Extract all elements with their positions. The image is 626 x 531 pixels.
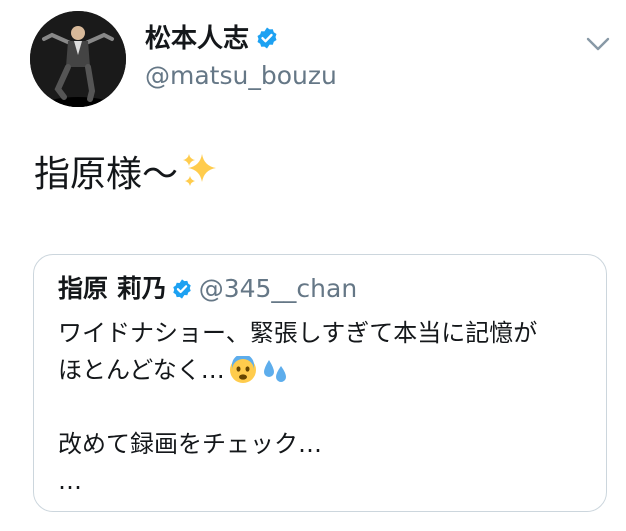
verified-badge-icon: [171, 278, 193, 311]
quote-line-5: …: [58, 467, 82, 495]
quoted-tweet-card[interactable]: 指原 莉乃 @345__chan ワイドナショー、緊張しすぎて本当に記憶が ほと…: [33, 254, 607, 512]
quote-line-4: 改めて録画をチェック…: [58, 430, 322, 458]
quote-line-2: ほとんどなく…: [58, 352, 537, 389]
quote-body: ワイドナショー、緊張しすぎて本当に記憶が ほとんどなく… 改めて録画をチェック……: [58, 315, 537, 500]
verified-badge-icon: [255, 25, 279, 59]
quote-line-1: ワイドナショー、緊張しすぎて本当に記憶が: [58, 319, 538, 347]
display-name[interactable]: 松本人志: [145, 22, 279, 59]
quote-header: 指原 莉乃 @345__chan: [58, 273, 357, 311]
fearful-face-icon: [229, 354, 257, 395]
chevron-down-icon[interactable]: [585, 34, 611, 54]
quote-line-3: [58, 389, 537, 426]
tweet-text-content: 指原様〜: [34, 154, 179, 195]
display-name-text[interactable]: 松本人志: [145, 24, 249, 54]
quote-display-name: 指原 莉乃: [58, 274, 167, 303]
quote-handle: @345__chan: [198, 274, 358, 303]
avatar[interactable]: [30, 11, 126, 107]
sweat-droplets-icon: [261, 356, 289, 395]
tweet-text: 指原様〜: [34, 150, 220, 204]
sparkles-icon: [180, 150, 220, 204]
author-handle[interactable]: @matsu_bouzu: [145, 60, 337, 92]
quote-line-2-text: ほとんどなく…: [58, 356, 225, 384]
person-pose-avatar: [30, 11, 126, 107]
